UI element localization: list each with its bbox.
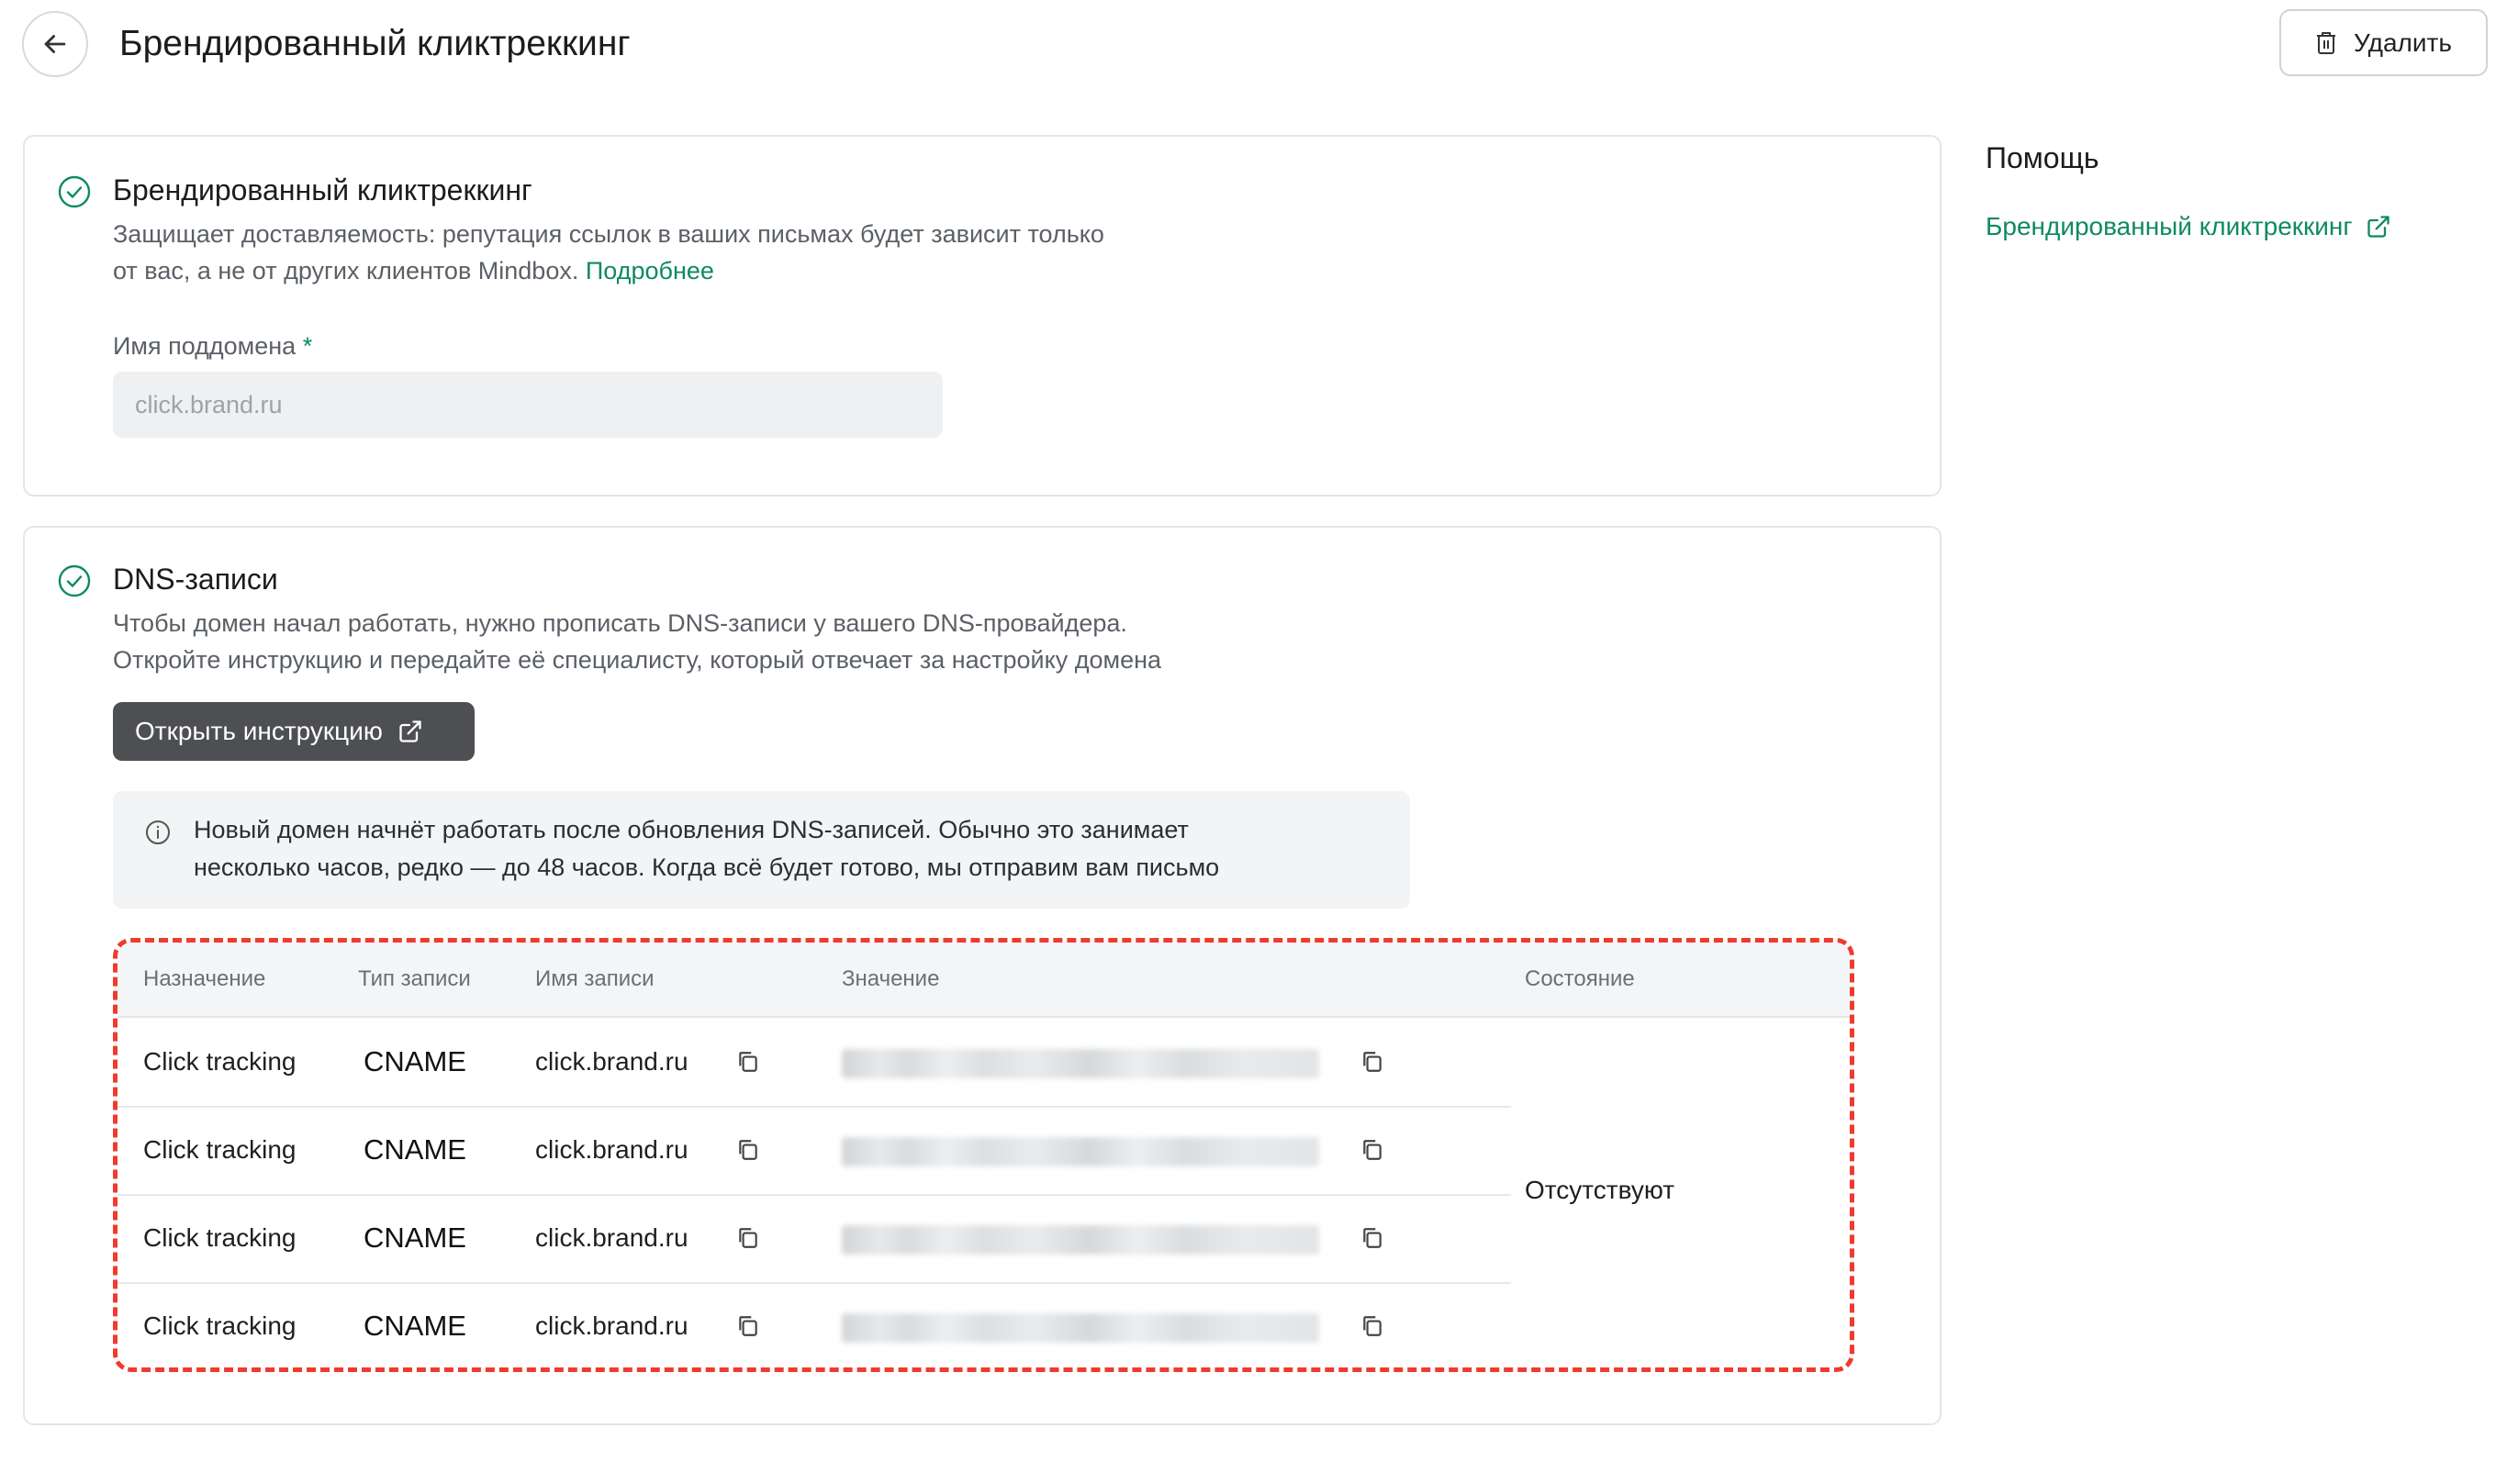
- required-mark: *: [302, 332, 313, 360]
- info-banner: Новый домен начнёт работать после обновл…: [113, 791, 1410, 909]
- info-icon: [146, 820, 170, 844]
- back-arrow-icon: [44, 35, 66, 53]
- description-text: от вас, а не от других клиентов Mindbox.: [113, 257, 579, 285]
- cell-purpose: Click tracking: [143, 1047, 297, 1076]
- cell-type: CNAME: [364, 1310, 466, 1342]
- cell-name: click.brand.ru: [535, 1223, 688, 1252]
- help-link-label: Брендированный кликтреккинг: [1986, 212, 2353, 240]
- page-title: Брендированный кликтреккинг: [119, 24, 631, 63]
- trash-icon: [2317, 31, 2336, 54]
- cell-type: CNAME: [364, 1133, 466, 1166]
- back-button[interactable]: [22, 11, 88, 77]
- cell-name: click.brand.ru: [535, 1047, 688, 1076]
- copy-icon[interactable]: [1360, 1138, 1384, 1162]
- table-header: Назначение Тип записи Имя записи Значени…: [118, 943, 1850, 1018]
- description-line: Защищает доставляемость: репутация ссыло…: [113, 220, 1104, 248]
- copy-icon[interactable]: [1360, 1314, 1384, 1338]
- cell-purpose: Click tracking: [143, 1223, 297, 1252]
- copy-icon[interactable]: [736, 1138, 760, 1162]
- subdomain-card: Брендированный кликтреккинг Защищает дос…: [23, 135, 1942, 497]
- copy-icon[interactable]: [1360, 1050, 1384, 1074]
- more-link[interactable]: Подробнее: [586, 257, 714, 285]
- records-status: Отсутствуют: [1525, 1176, 1675, 1204]
- check-circle-icon: [58, 175, 91, 208]
- table-row: Click tracking CNAME click.brand.ru: [118, 1018, 1511, 1108]
- dns-card: DNS-записи Чтобы домен начал работать, н…: [23, 526, 1942, 1425]
- description-line: от вас, а не от других клиентов Mindbox.…: [113, 252, 1104, 289]
- help-link[interactable]: Брендированный кликтреккинг: [1986, 208, 2391, 245]
- record-value-redacted: [842, 1049, 1319, 1078]
- check-circle-icon: [58, 564, 91, 597]
- dns-records-table: Назначение Тип записи Имя записи Значени…: [113, 938, 1854, 1372]
- column-header-value: Значение: [842, 966, 940, 991]
- dns-card-description: Чтобы домен начал работать, нужно пропис…: [113, 605, 1161, 678]
- field-label-text: Имя поддомена: [113, 332, 297, 360]
- subdomain-input[interactable]: [113, 372, 943, 438]
- subdomain-field-label: Имя поддомена *: [113, 328, 312, 364]
- record-value-redacted: [842, 1313, 1319, 1343]
- external-link-icon: [2367, 216, 2389, 238]
- external-link-icon: [399, 720, 421, 742]
- cell-name: click.brand.ru: [535, 1135, 688, 1164]
- cell-type: CNAME: [364, 1222, 466, 1254]
- copy-icon[interactable]: [1360, 1226, 1384, 1250]
- copy-icon[interactable]: [736, 1226, 760, 1250]
- description-line: Откройте инструкцию и передайте её специ…: [113, 646, 1162, 674]
- table-row: Click tracking CNAME click.brand.ru: [118, 1194, 1511, 1284]
- column-header-name: Имя записи: [535, 966, 655, 991]
- cell-purpose: Click tracking: [143, 1135, 297, 1164]
- subdomain-card-title: Брендированный кликтреккинг: [113, 173, 532, 206]
- table-row: Click tracking CNAME click.brand.ru: [118, 1282, 1511, 1367]
- record-value-redacted: [842, 1225, 1319, 1255]
- dns-card-title: DNS-записи: [113, 563, 278, 596]
- cell-name: click.brand.ru: [535, 1311, 688, 1340]
- instruction-button-label: Открыть инструкцию: [135, 717, 383, 745]
- table-row: Click tracking CNAME click.brand.ru: [118, 1106, 1511, 1196]
- open-instruction-button[interactable]: Открыть инструкцию: [113, 702, 475, 761]
- page: Брендированный кликтреккинг Удалить Брен…: [0, 0, 2507, 1484]
- delete-button[interactable]: Удалить: [2279, 9, 2488, 76]
- column-header-type: Тип записи: [358, 966, 471, 991]
- column-header-purpose: Назначение: [143, 966, 266, 991]
- info-text-line: Новый домен начнёт работать после обновл…: [194, 816, 1189, 843]
- description-line: Чтобы домен начал работать, нужно пропис…: [113, 609, 1127, 637]
- record-value-redacted: [842, 1137, 1319, 1166]
- help-title: Помощь: [1986, 141, 2099, 174]
- delete-button-label: Удалить: [2354, 28, 2452, 57]
- info-text-line: несколько часов, редко — до 48 часов. Ко…: [194, 854, 1220, 881]
- column-header-status: Состояние: [1525, 966, 1635, 991]
- copy-icon[interactable]: [736, 1050, 760, 1074]
- cell-purpose: Click tracking: [143, 1311, 297, 1340]
- copy-icon[interactable]: [736, 1314, 760, 1338]
- cell-type: CNAME: [364, 1045, 466, 1077]
- subdomain-card-description: Защищает доставляемость: репутация ссыло…: [113, 216, 1104, 289]
